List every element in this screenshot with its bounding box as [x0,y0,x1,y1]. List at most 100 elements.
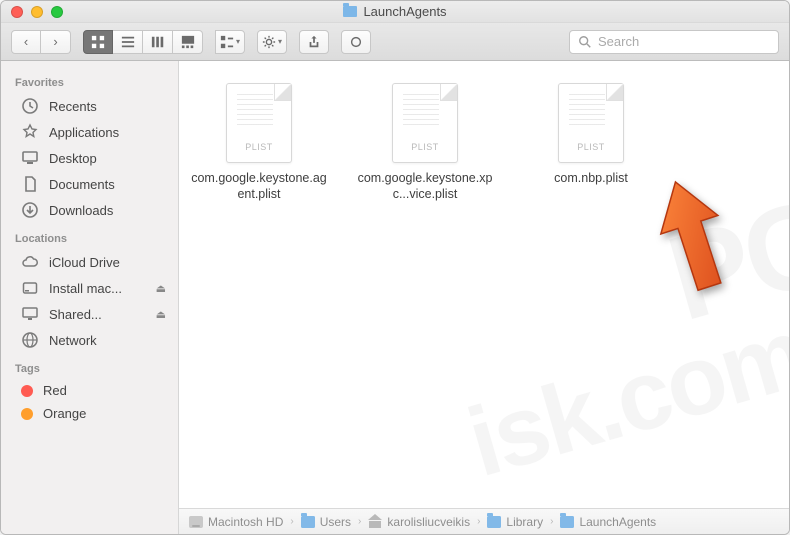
tag-icon [349,35,363,49]
window-title-text: LaunchAgents [363,4,446,19]
sidebar-item-recents[interactable]: Recents [1,93,178,119]
window-title: LaunchAgents [1,4,789,19]
file-name: com.google.keystone.agent.plist [189,171,329,202]
disk-icon [21,279,39,297]
eject-icon[interactable]: ⏏ [156,308,166,321]
file-kind-badge: PLIST [227,142,291,152]
grid-icon [91,35,105,49]
path-crumb[interactable]: karolisliucveikis [368,515,470,529]
sidebar-item-label: Shared... [49,307,102,322]
tag-dot-icon [21,408,33,420]
sidebar-item-install-mac[interactable]: Install mac... ⏏ [1,275,178,301]
list-icon [121,35,135,49]
path-crumb[interactable]: Macintosh HD [189,515,283,529]
sidebar-item-label: Install mac... [49,281,122,296]
gallery-view-button[interactable] [173,30,203,54]
plist-file-icon: PLIST [392,83,458,163]
window-body: Favorites Recents Applications Desktop D… [1,61,789,534]
chevron-right-icon: › [290,516,293,527]
file-item[interactable]: PLIST com.nbp.plist [521,83,661,187]
folder-icon [343,6,357,17]
sidebar-item-documents[interactable]: Documents [1,171,178,197]
nav-buttons: ‹ › [11,30,71,54]
path-crumb[interactable]: Users [301,515,351,529]
finder-window: LaunchAgents ‹ › ▾ [0,0,790,535]
file-name: com.google.keystone.xpc...vice.plist [355,171,495,202]
folder-icon [560,516,574,528]
sidebar-item-downloads[interactable]: Downloads [1,197,178,223]
gear-icon [262,35,276,49]
home-icon [368,516,382,528]
search-input[interactable]: Search [569,30,779,54]
sidebar-item-tag-red[interactable]: Red [1,379,178,402]
sidebar-item-label: Network [49,333,97,348]
share-icon [307,35,321,49]
sidebar-item-shared[interactable]: Shared... ⏏ [1,301,178,327]
sidebar-header-favorites: Favorites [1,67,178,93]
chevron-down-icon: ▾ [236,37,240,46]
action-menu-button[interactable]: ▾ [257,30,287,54]
zoom-window-button[interactable] [51,6,63,18]
sidebar-item-tag-orange[interactable]: Orange [1,402,178,425]
crumb-label: LaunchAgents [579,515,656,529]
share-button[interactable] [299,30,329,54]
chevron-down-icon: ▾ [278,37,282,46]
tag-dot-icon [21,385,33,397]
clock-icon [21,97,39,115]
hard-drive-icon [189,516,203,528]
minimize-window-button[interactable] [31,6,43,18]
sidebar-item-label: Desktop [49,151,97,166]
content-area: PC isk.com PLIST com.google.keystone.age… [179,61,789,534]
sidebar: Favorites Recents Applications Desktop D… [1,61,179,534]
close-window-button[interactable] [11,6,23,18]
crumb-label: Users [320,515,351,529]
columns-icon [151,35,165,49]
file-kind-badge: PLIST [393,142,457,152]
downloads-icon [21,201,39,219]
desktop-icon [21,149,39,167]
tags-button[interactable] [341,30,371,54]
sidebar-header-locations: Locations [1,223,178,249]
search-placeholder: Search [598,34,639,49]
sidebar-item-applications[interactable]: Applications [1,119,178,145]
plist-file-icon: PLIST [558,83,624,163]
crumb-label: Macintosh HD [208,515,283,529]
sidebar-item-label: Documents [49,177,115,192]
back-button[interactable]: ‹ [11,30,41,54]
cloud-icon [21,253,39,271]
titlebar: LaunchAgents [1,1,789,23]
crumb-label: karolisliucveikis [387,515,470,529]
chevron-right-icon: › [550,516,553,527]
group-icon [220,35,234,49]
sidebar-item-icloud[interactable]: iCloud Drive [1,249,178,275]
icon-view-button[interactable] [83,30,113,54]
file-item[interactable]: PLIST com.google.keystone.xpc...vice.pli… [355,83,495,202]
watermark: isk.com [456,296,790,499]
plist-file-icon: PLIST [226,83,292,163]
monitor-icon [21,305,39,323]
path-crumb[interactable]: LaunchAgents [560,515,656,529]
annotation-arrow-icon [654,179,734,299]
window-controls [1,6,63,18]
file-kind-badge: PLIST [559,142,623,152]
sidebar-item-label: iCloud Drive [49,255,120,270]
documents-icon [21,175,39,193]
sidebar-item-network[interactable]: Network [1,327,178,353]
column-view-button[interactable] [143,30,173,54]
forward-button[interactable]: › [41,30,71,54]
applications-icon [21,123,39,141]
eject-icon[interactable]: ⏏ [156,282,166,295]
list-view-button[interactable] [113,30,143,54]
path-crumb[interactable]: Library [487,515,543,529]
file-grid[interactable]: PC isk.com PLIST com.google.keystone.age… [179,61,789,508]
search-field-container: Search [569,30,779,54]
sidebar-item-label: Recents [49,99,97,114]
group-by-button[interactable]: ▾ [215,30,245,54]
file-name: com.nbp.plist [521,171,661,187]
network-icon [21,331,39,349]
file-item[interactable]: PLIST com.google.keystone.agent.plist [189,83,329,202]
group-arrange: ▾ [215,30,245,54]
search-icon [578,35,592,49]
sidebar-item-desktop[interactable]: Desktop [1,145,178,171]
sidebar-item-label: Orange [43,406,86,421]
